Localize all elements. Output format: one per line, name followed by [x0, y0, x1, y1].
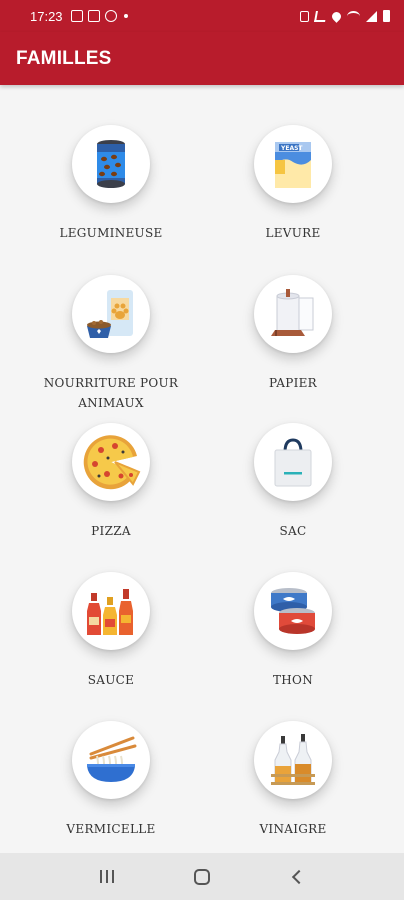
app-notification-icon: [87, 10, 100, 22]
home-icon: [193, 868, 210, 885]
category-icon-circle[interactable]: [72, 125, 150, 203]
location-icon: [330, 9, 343, 23]
category-label: PIZZA: [91, 524, 131, 538]
shopping-bag-icon: [274, 438, 312, 487]
yeast-box-icon: YEAST: [275, 142, 311, 188]
sync-notification-icon: [104, 10, 117, 22]
category-label: VERMICELLE: [66, 822, 156, 836]
page-title: FAMILLES: [16, 47, 112, 69]
category-icon-circle[interactable]: YEAST: [254, 125, 332, 203]
category-label: NOURRITURE POUR ANIMAUX: [43, 376, 179, 410]
category-label: SAUCE: [87, 673, 135, 687]
category-item-pizza[interactable]: PIZZA: [36, 423, 186, 541]
category-item-sauce[interactable]: SAUCE: [36, 572, 186, 690]
category-item-legumineuse[interactable]: LEGUMINEUSE: [36, 125, 186, 243]
category-item-levure[interactable]: YEAST LEVURE: [218, 125, 368, 243]
system-nav-bar: [0, 853, 404, 900]
category-icon-circle[interactable]: [72, 572, 150, 650]
category-grid: LEGUMINEUSE YEAST LEVURE NOURRITURE POUR…: [0, 85, 404, 853]
recents-icon: [100, 870, 115, 883]
status-icons: [300, 9, 390, 23]
gallery-notification-icon: [70, 10, 83, 22]
back-button[interactable]: [277, 857, 317, 897]
status-bar: 17:23: [0, 0, 404, 32]
pet-food-icon: [87, 290, 133, 338]
category-item-sac[interactable]: SAC: [218, 423, 368, 541]
recents-button[interactable]: [87, 857, 127, 897]
app-bar: FAMILLES: [0, 32, 404, 85]
category-item-nourriture-pour-animaux[interactable]: NOURRITURE POUR ANIMAUX: [36, 275, 186, 413]
category-icon-circle[interactable]: [254, 275, 332, 353]
svg-text:YEAST: YEAST: [280, 145, 303, 152]
category-item-papier[interactable]: PAPIER: [218, 275, 368, 393]
category-item-vermicelle[interactable]: VERMICELLE: [36, 721, 186, 839]
vinegar-bottles-icon: [271, 734, 315, 785]
category-icon-circle[interactable]: [72, 423, 150, 501]
category-label: THON: [272, 673, 313, 687]
battery-icon: [383, 10, 390, 22]
sauce-bottles-icon: [87, 589, 133, 635]
more-notifications-icon: [123, 14, 128, 18]
category-icon-circle[interactable]: [254, 423, 332, 501]
category-icon-circle[interactable]: [254, 572, 332, 650]
category-label: PAPIER: [268, 376, 318, 390]
wifi-icon: [347, 10, 360, 22]
home-button[interactable]: [182, 857, 222, 897]
tuna-cans-icon: [271, 588, 315, 634]
category-item-thon[interactable]: THON: [218, 572, 368, 690]
category-label: LEVURE: [265, 226, 321, 240]
pizza-icon: [83, 435, 141, 490]
mute-icon: [314, 10, 327, 22]
noodle-bowl-icon: [87, 736, 137, 782]
paper-towel-icon: [271, 289, 314, 336]
category-icon-circle[interactable]: [72, 275, 150, 353]
lock-icon: [300, 10, 309, 22]
category-item-vinaigre[interactable]: VINAIGRE: [218, 721, 368, 839]
category-label: LEGUMINEUSE: [59, 226, 163, 240]
signal-icon: [366, 10, 377, 22]
category-icon-circle[interactable]: [254, 721, 332, 799]
back-icon: [291, 869, 306, 884]
category-label: SAC: [279, 524, 307, 538]
status-time: 17:23: [30, 8, 63, 24]
canned-beans-icon: [97, 140, 125, 188]
category-label: VINAIGRE: [259, 822, 327, 836]
category-icon-circle[interactable]: [72, 721, 150, 799]
